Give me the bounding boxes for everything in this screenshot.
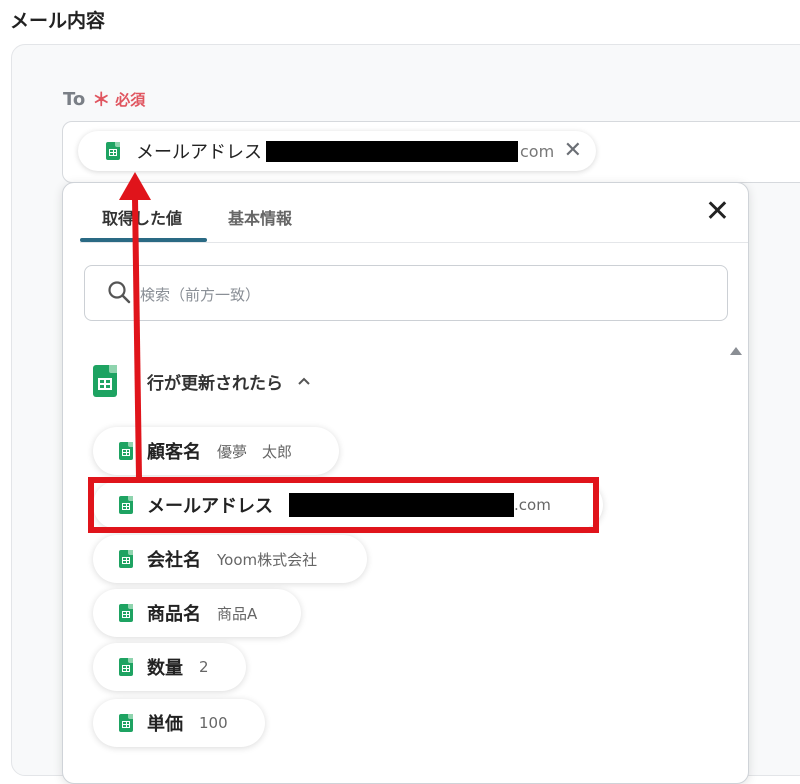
annotation-arrow-icon [119,172,151,479]
